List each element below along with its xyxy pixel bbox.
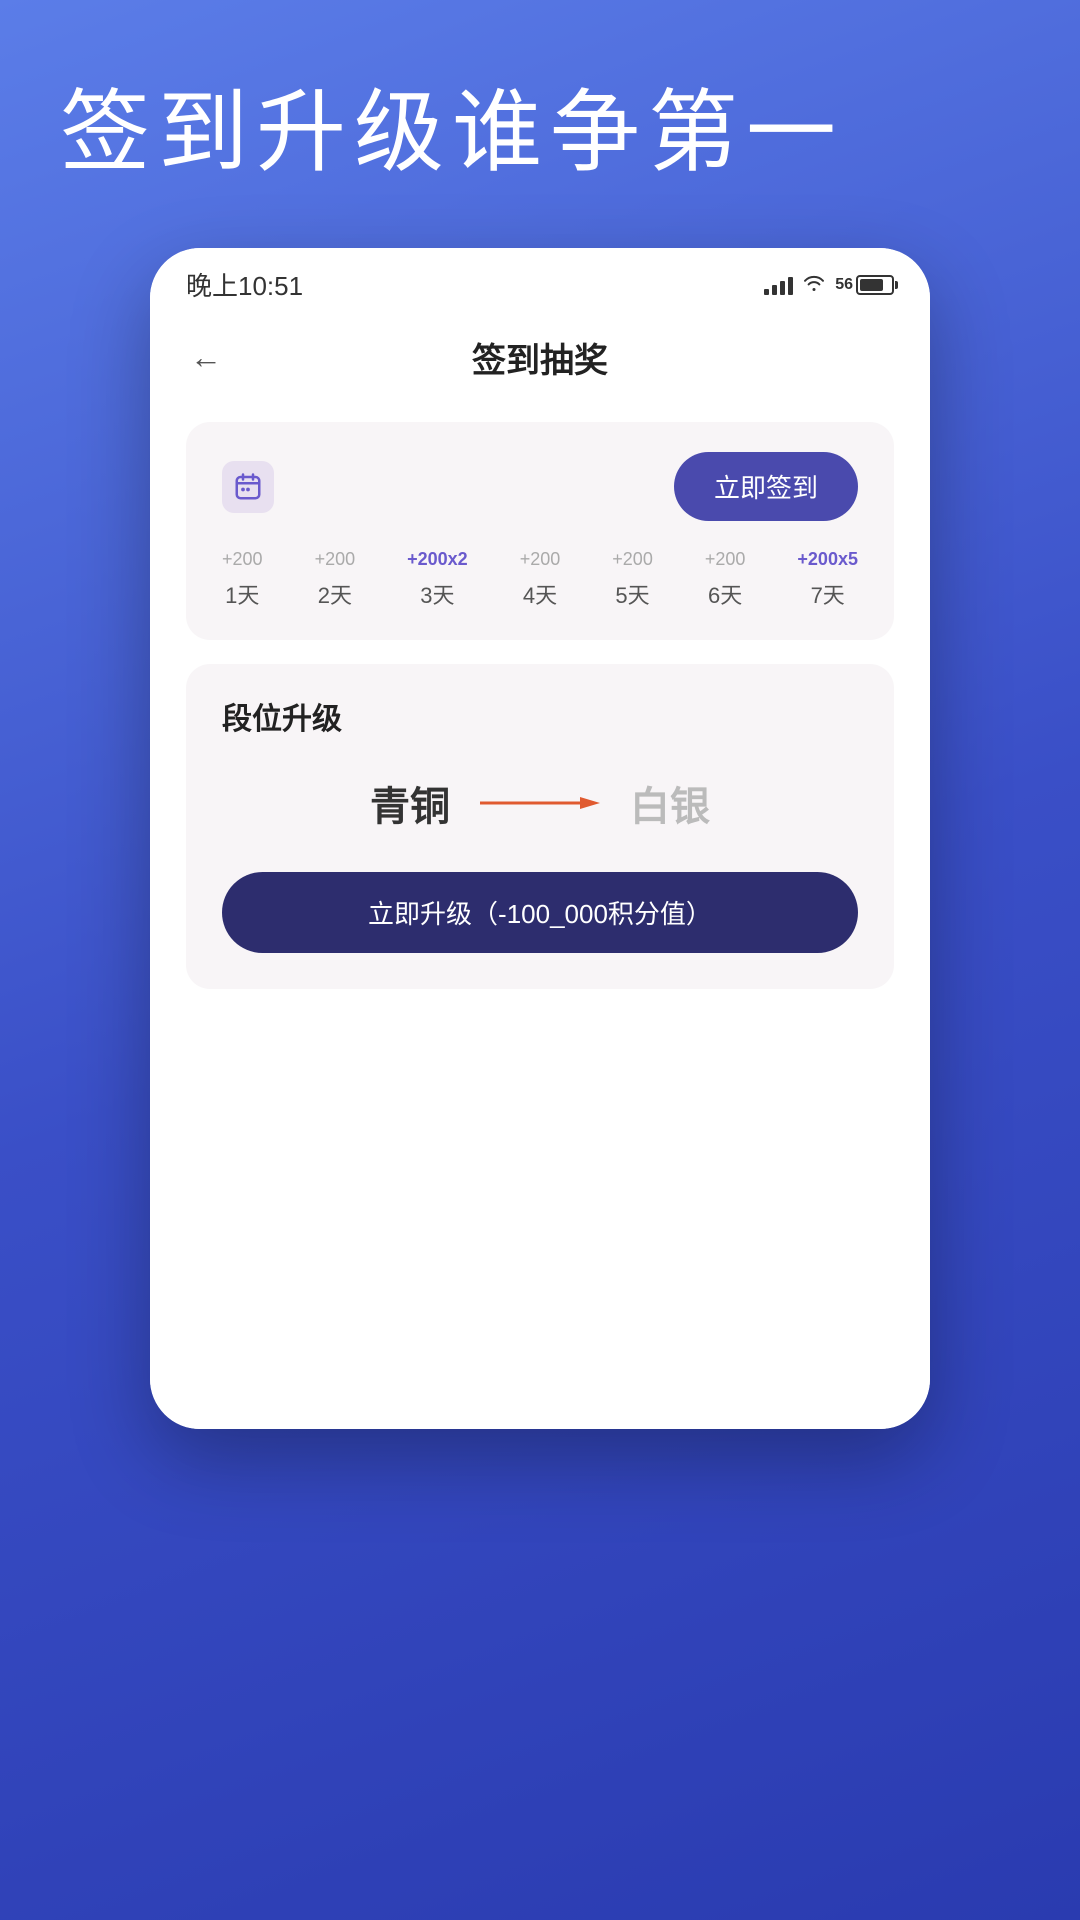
- day-points-4: +200: [520, 549, 561, 570]
- wifi-icon: [803, 272, 825, 298]
- day-label-3: 3天: [420, 578, 454, 610]
- day-item-1: +200 1天: [222, 549, 263, 610]
- signal-icon: [764, 275, 793, 295]
- day-label-4: 4天: [523, 578, 557, 610]
- page-title: 签到抽奖: [472, 333, 608, 382]
- current-rank-label: 青铜: [370, 774, 450, 832]
- day-points-2: +200: [315, 549, 356, 570]
- day-label-6: 6天: [708, 578, 742, 610]
- battery-level: 56: [835, 276, 853, 294]
- day-points-5: +200: [612, 549, 653, 570]
- phone-mockup: 晚上10:51 56: [150, 248, 930, 1429]
- day-item-3: +200x2 3天: [407, 549, 468, 610]
- next-rank-label: 白银: [630, 774, 710, 832]
- rank-section-title: 段位升级: [222, 694, 858, 738]
- hero-title: 签到升级谁争第一: [0, 0, 1080, 248]
- day-label-5: 5天: [615, 578, 649, 610]
- checkin-card: 立即签到 +200 1天 +200 2天 +200x2 3天 +200: [186, 422, 894, 640]
- battery-icon: 56: [835, 275, 894, 295]
- bottom-area: [150, 1029, 930, 1429]
- day-label-7: 7天: [811, 578, 845, 610]
- checkin-button[interactable]: 立即签到: [674, 452, 858, 521]
- rank-progression: 青铜 白银: [222, 774, 858, 832]
- day-item-7: +200x5 7天: [797, 549, 858, 610]
- day-points-6: +200: [705, 549, 746, 570]
- day-item-4: +200 4天: [520, 549, 561, 610]
- day-label-1: 1天: [225, 578, 259, 610]
- app-header: ← 签到抽奖: [150, 313, 930, 402]
- checkin-header: 立即签到: [222, 452, 858, 521]
- day-item-2: +200 2天: [315, 549, 356, 610]
- rank-upgrade-card: 段位升级 青铜 白银 立即升级（-100_000积分值）: [186, 664, 894, 989]
- day-item-5: +200 5天: [612, 549, 653, 610]
- days-row: +200 1天 +200 2天 +200x2 3天 +200 4天 +200: [222, 549, 858, 610]
- day-points-7: +200x5: [797, 549, 858, 570]
- day-points-3: +200x2: [407, 549, 468, 570]
- status-time: 晚上10:51: [186, 266, 303, 303]
- rank-arrow-icon: [480, 791, 600, 815]
- app-content: 立即签到 +200 1天 +200 2天 +200x2 3天 +200: [150, 402, 930, 1029]
- day-points-1: +200: [222, 549, 263, 570]
- status-icons: 56: [764, 272, 894, 298]
- calendar-icon: [222, 461, 274, 513]
- status-bar: 晚上10:51 56: [150, 248, 930, 313]
- back-button[interactable]: ←: [190, 339, 222, 376]
- day-label-2: 2天: [318, 578, 352, 610]
- day-item-6: +200 6天: [705, 549, 746, 610]
- upgrade-button[interactable]: 立即升级（-100_000积分值）: [222, 872, 858, 953]
